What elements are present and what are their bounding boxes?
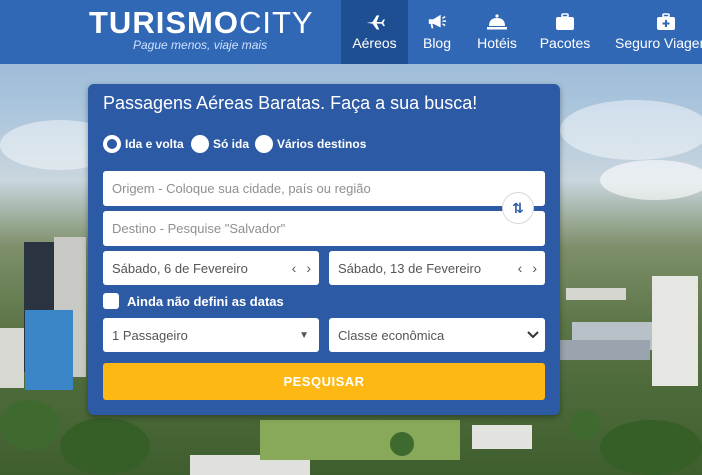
flight-search-panel: Passagens Aéreas Baratas. Faça a sua bus…: [88, 84, 560, 415]
swap-origin-destination-button[interactable]: ⇅: [502, 192, 534, 224]
nav-pacotes[interactable]: Pacotes: [528, 0, 602, 64]
chevron-down-icon: [527, 318, 539, 352]
chevron-left-icon[interactable]: ‹: [292, 260, 297, 276]
airplane-icon: [341, 13, 408, 31]
slogan: Pague menos, viaje mais: [133, 38, 268, 52]
chevron-right-icon[interactable]: ›: [532, 260, 537, 276]
destination-input[interactable]: Destino - Pesquise "Salvador": [103, 211, 545, 246]
passengers-select[interactable]: 1 Passageiro ▼: [103, 318, 319, 352]
trip-multi-city-radio[interactable]: Vários destinos: [255, 134, 366, 154]
cabin-class-select[interactable]: Classe econômica: [329, 318, 545, 352]
chevron-right-icon[interactable]: ›: [306, 260, 311, 276]
megaphone-icon: [408, 13, 466, 31]
search-title: Passagens Aéreas Baratas. Faça a sua bus…: [103, 93, 478, 113]
undefined-dates-option[interactable]: Ainda não defini as datas: [103, 292, 284, 310]
radio-unselected-icon: [255, 135, 273, 153]
first-aid-kit-icon: [606, 13, 702, 31]
suitcase-icon: [528, 13, 602, 31]
radio-selected-icon: [103, 135, 121, 153]
site-header: TURISMOCITY Pague menos, viaje mais Aére…: [0, 0, 702, 64]
nav-blog[interactable]: Blog: [408, 0, 466, 64]
trip-round-trip-radio[interactable]: Ida e volta: [103, 134, 184, 154]
trip-one-way-radio[interactable]: Só ida: [191, 134, 249, 154]
radio-unselected-icon: [191, 135, 209, 153]
logo[interactable]: TURISMOCITY: [89, 6, 314, 40]
departure-date-field[interactable]: Sábado, 6 de Fevereiro ‹ ›: [103, 251, 319, 285]
chevron-left-icon[interactable]: ‹: [518, 260, 523, 276]
return-date-field[interactable]: Sábado, 13 de Fevereiro ‹ ›: [329, 251, 545, 285]
search-button[interactable]: PESQUISAR: [103, 363, 545, 400]
undefined-dates-checkbox[interactable]: [103, 293, 119, 309]
origin-input[interactable]: Origem - Coloque sua cidade, país ou reg…: [103, 171, 545, 206]
swap-arrows-icon: ⇅: [512, 199, 524, 216]
service-bell-icon: [466, 13, 528, 31]
nav-hoteis[interactable]: Hotéis: [466, 0, 528, 64]
nav-aereos[interactable]: Aéreos: [341, 0, 408, 64]
dropdown-triangle-icon: ▼: [299, 329, 309, 341]
nav-seguro-viagem[interactable]: Seguro Viagem: [606, 0, 702, 64]
